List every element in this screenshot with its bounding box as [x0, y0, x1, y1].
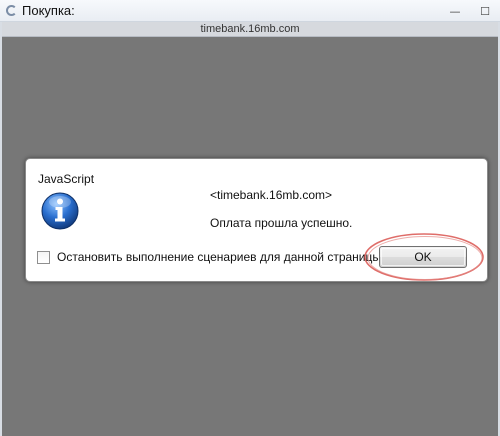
loading-spinner-icon: [6, 5, 17, 16]
minimize-button[interactable]: —: [440, 0, 470, 22]
maximize-icon: ☐: [480, 4, 490, 18]
maximize-button[interactable]: ☐: [470, 0, 500, 22]
stop-scripts-checkbox[interactable]: [37, 251, 50, 264]
minimize-icon: —: [449, 4, 461, 18]
stop-scripts-label[interactable]: Остановить выполнение сценариев для данн…: [57, 250, 381, 264]
info-icon: [41, 192, 79, 230]
highlight-ellipse-annotation: [364, 233, 484, 281]
dialog-title: JavaScript: [38, 172, 95, 186]
window-titlebar: Покупка: — ☐: [0, 0, 500, 22]
url-bar: timebank.16mb.com: [2, 22, 498, 37]
window-controls: — ☐: [440, 0, 500, 22]
dialog-message: Оплата прошла успешно.: [210, 216, 353, 230]
window-title: Покупка:: [22, 3, 75, 18]
dialog-host: <timebank.16mb.com>: [210, 188, 333, 202]
